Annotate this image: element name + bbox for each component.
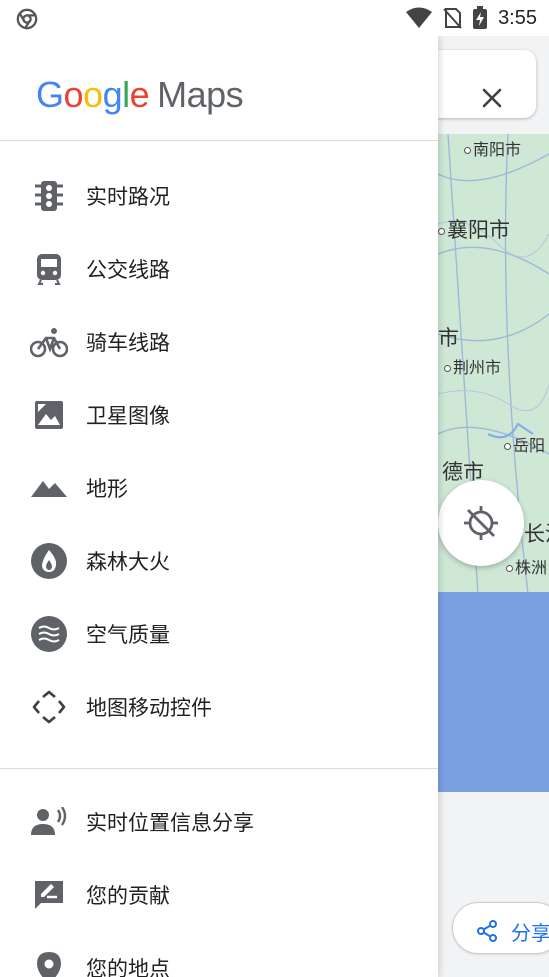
map-controls-icon xyxy=(30,688,68,726)
menu-item-label: 地形 xyxy=(86,478,128,501)
map-city-label: 荆州市 xyxy=(444,354,501,378)
terrain-icon xyxy=(30,469,68,507)
share-button[interactable]: 分享 xyxy=(452,902,549,954)
place-pin-icon xyxy=(30,949,68,977)
bicycle-icon xyxy=(30,323,68,361)
wifi-icon xyxy=(406,7,433,28)
menu-item-label: 地图移动控件 xyxy=(86,697,212,720)
menu-item-terrain[interactable]: 地形 xyxy=(0,458,438,518)
map-city-label: 岳阳 xyxy=(504,432,545,456)
divider xyxy=(0,768,438,769)
menu-item-label: 骑车线路 xyxy=(86,332,170,355)
status-time: 3:55 xyxy=(498,6,537,29)
menu-item-contribute[interactable]: 您的贡献 xyxy=(0,865,438,925)
menu-item-label: 空气质量 xyxy=(86,624,170,647)
menu-item-label: 您的地点 xyxy=(86,958,170,977)
menu-item-your-places[interactable]: 您的地点 xyxy=(0,938,438,977)
my-location-button[interactable] xyxy=(438,480,524,566)
share-label: 分享 xyxy=(511,923,549,945)
location-disabled-icon xyxy=(464,506,498,540)
menu-item-traffic[interactable]: 实时路况 xyxy=(0,166,438,226)
menu-item-label: 实时位置信息分享 xyxy=(86,812,254,835)
map-water xyxy=(438,592,549,792)
map-city-label: 株洲 xyxy=(506,554,547,578)
contribute-icon xyxy=(30,876,68,914)
chrome-icon xyxy=(16,8,38,30)
search-bar[interactable] xyxy=(438,50,536,118)
menu-item-label: 森林大火 xyxy=(86,551,170,574)
menu-item-wildfire[interactable]: 森林大火 xyxy=(0,531,438,591)
menu-item-satellite[interactable]: 卫星图像 xyxy=(0,385,438,445)
close-icon[interactable] xyxy=(478,84,506,112)
menu-item-location-sharing[interactable]: 实时位置信息分享 xyxy=(0,792,438,852)
status-bar: 3:55 xyxy=(0,0,549,36)
map-city-label: 襄阳市 xyxy=(438,214,510,244)
google-maps-logo: Google Maps xyxy=(36,74,244,115)
share-icon xyxy=(477,920,497,942)
menu-item-label: 公交线路 xyxy=(86,259,170,282)
navigation-drawer: Google Maps 实时路况 公交线路 骑车线路 卫星图像 地形 森林大火 … xyxy=(0,36,438,977)
menu-item-label: 您的贡献 xyxy=(86,885,170,908)
menu-item-biking[interactable]: 骑车线路 xyxy=(0,312,438,372)
menu-item-air-quality[interactable]: 空气质量 xyxy=(0,604,438,664)
menu-item-label: 实时路况 xyxy=(86,186,170,209)
battery-charging-icon xyxy=(473,6,488,29)
map-city-label: 长沙 xyxy=(524,523,549,546)
menu-item-label: 卫星图像 xyxy=(86,405,170,428)
divider xyxy=(0,140,438,141)
location-sharing-icon xyxy=(30,803,68,841)
no-sim-icon xyxy=(443,8,462,29)
menu-item-map-controls[interactable]: 地图移动控件 xyxy=(0,677,438,737)
transit-icon xyxy=(30,250,68,288)
map-view[interactable]: 南阳市 襄阳市 市 荆州市 岳阳 德市 长沙 株洲 分享 xyxy=(438,36,549,977)
air-quality-icon xyxy=(30,615,68,653)
traffic-light-icon xyxy=(30,177,68,215)
wildfire-icon xyxy=(30,542,68,580)
map-city-label: 市 xyxy=(438,327,459,350)
map-city-label: 南阳市 xyxy=(464,136,521,160)
menu-item-transit[interactable]: 公交线路 xyxy=(0,239,438,299)
satellite-icon xyxy=(30,396,68,434)
